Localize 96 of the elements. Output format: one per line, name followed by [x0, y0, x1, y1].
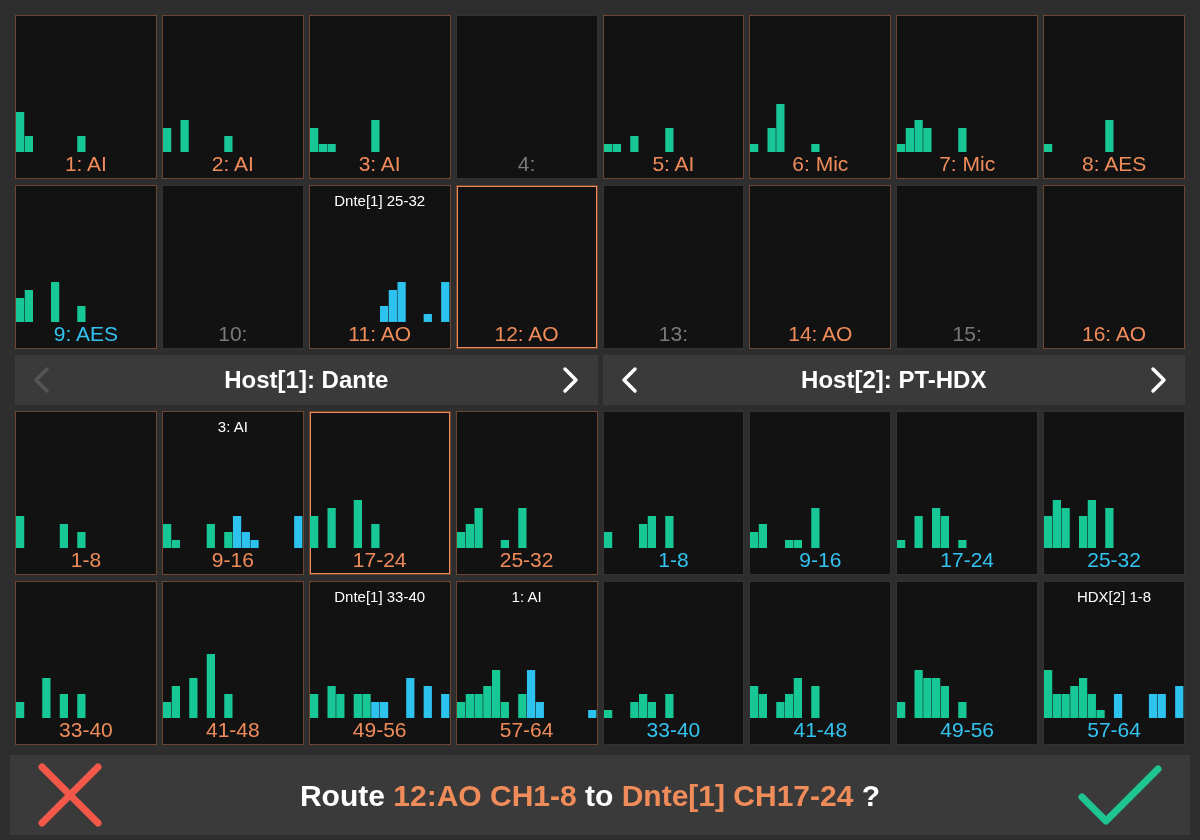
- tile-label: 12: AO: [494, 322, 559, 346]
- tile-label: 17-24: [352, 548, 407, 572]
- level-meter-drawing: [1044, 500, 1115, 548]
- host-title: Host[1]: Dante: [224, 365, 389, 395]
- channel-tile[interactable]: 2: AI: [161, 15, 304, 179]
- tile-header: 1: AI: [511, 586, 542, 607]
- level-meter-drawing: [603, 128, 674, 152]
- channel-tile[interactable]: 41-48: [161, 581, 304, 745]
- tile-label: 7: Mic: [939, 152, 996, 176]
- channel-tile[interactable]: 8: AES: [1043, 15, 1185, 179]
- cancel-button[interactable]: [35, 760, 105, 830]
- tile-label: 25-32: [1087, 548, 1141, 572]
- level-meter-drawing: [162, 120, 233, 152]
- level-meter-drawing: [750, 104, 821, 152]
- level-meter-drawing: [16, 678, 86, 718]
- channel-tile[interactable]: 41-48: [749, 581, 892, 745]
- tile-label: 41-48: [205, 718, 260, 742]
- tile-label: 9-16: [211, 548, 254, 572]
- close-icon: [38, 763, 102, 827]
- tile-label: 14: AO: [788, 322, 853, 346]
- tile-label: 2: AI: [211, 152, 254, 176]
- level-meter-drawing: [1044, 120, 1115, 152]
- channel-tile[interactable]: 9-16: [749, 411, 892, 575]
- tile-label: 16: AO: [1081, 322, 1147, 346]
- level-meter-drawing: [603, 694, 674, 718]
- tile-label: 1-8: [658, 548, 689, 572]
- channel-tile[interactable]: 1: AI: [15, 15, 157, 179]
- level-meter-drawing: [16, 516, 86, 548]
- tile-label: 10:: [218, 322, 248, 346]
- tile-label: 25-32: [499, 548, 554, 572]
- tile-label: 6: Mic: [792, 152, 849, 176]
- tile-header: HDX[2] 1-8: [1076, 586, 1152, 607]
- tile-label: 41-48: [793, 718, 848, 742]
- channel-tile[interactable]: 15:: [896, 185, 1039, 349]
- channel-tile[interactable]: 1: AI 57-64: [455, 581, 598, 745]
- channel-tile[interactable]: 6: Mic: [749, 15, 892, 179]
- channel-tile[interactable]: 5: AI: [602, 15, 745, 179]
- tile-label: 57-64: [1087, 718, 1141, 742]
- channel-tile[interactable]: 3: AI 9-16: [161, 411, 304, 575]
- tile-label: 13:: [658, 322, 689, 346]
- level-meter-drawing: [750, 508, 821, 548]
- channel-tile[interactable]: 33-40: [15, 581, 157, 745]
- channel-tile[interactable]: 3: AI: [308, 15, 451, 179]
- tile-label: 17-24: [940, 548, 995, 572]
- level-meter-drawing: [897, 670, 968, 718]
- channel-tile[interactable]: 17-24: [896, 411, 1039, 575]
- level-meter-drawing: [309, 120, 380, 152]
- tile-label: 49-56: [352, 718, 407, 742]
- tile-label: 11: AO: [348, 322, 411, 346]
- checkmark-icon: [1078, 763, 1162, 827]
- tile-header: Dnte[1] 33-40: [334, 586, 426, 607]
- channel-tile[interactable]: HDX[2] 1-8 57-64: [1043, 581, 1185, 745]
- level-meter-drawing: [379, 282, 450, 322]
- channel-tile[interactable]: 7: Mic: [896, 15, 1039, 179]
- tile-label: 9-16: [799, 548, 842, 572]
- channel-tile[interactable]: 4:: [455, 15, 598, 179]
- channel-tile[interactable]: 10:: [161, 185, 304, 349]
- tile-label: 33-40: [646, 718, 701, 742]
- route-prompt: Route 12:AO CH1-8 to Dnte[1] CH17-24 ?: [299, 777, 881, 814]
- level-meter-drawing: [162, 654, 233, 718]
- channel-tile[interactable]: 1-8: [15, 411, 157, 575]
- level-meter-drawing: [16, 282, 86, 322]
- tile-label: 3: AI: [358, 152, 401, 176]
- level-meter-drawing: [456, 508, 527, 548]
- level-meter-drawing: [897, 508, 968, 548]
- channel-tile[interactable]: 16: AO: [1043, 185, 1185, 349]
- level-meter-drawing: [897, 120, 968, 152]
- host-title: Host[2]: PT-HDX: [801, 365, 987, 395]
- tile-label: 57-64: [499, 718, 554, 742]
- tile-header: 3: AI: [217, 416, 248, 437]
- tile-header: Dnte[1] 25-32: [334, 190, 426, 211]
- level-meter-drawing: [603, 516, 674, 548]
- tile-label: 4:: [517, 152, 536, 176]
- channel-tile[interactable]: 1-8: [602, 411, 745, 575]
- tile-label: 5: AI: [652, 152, 695, 176]
- channel-tile[interactable]: Dnte[1] 33-40 49-56: [308, 581, 451, 745]
- channel-tile[interactable]: 33-40: [602, 581, 745, 745]
- tile-label: 1-8: [70, 548, 102, 572]
- tile-label: 15:: [952, 322, 982, 346]
- channel-tile[interactable]: 9: AES: [15, 185, 157, 349]
- channel-tile[interactable]: 14: AO: [749, 185, 892, 349]
- level-meter-drawing: [16, 112, 86, 152]
- channel-tile[interactable]: 49-56: [896, 581, 1039, 745]
- tile-label: 1: AI: [64, 152, 107, 176]
- level-meter-drawing: [309, 500, 380, 548]
- channel-tile[interactable]: 25-32: [455, 411, 598, 575]
- tile-label: 8: AES: [1081, 152, 1147, 176]
- channel-tile[interactable]: Dnte[1] 25-32 11: AO: [308, 185, 451, 349]
- tile-label: 33-40: [59, 718, 113, 742]
- tile-label: 9: AES: [53, 322, 119, 346]
- channel-tile[interactable]: 13:: [602, 185, 745, 349]
- channel-tile[interactable]: 12: AO: [455, 185, 598, 349]
- channel-tile[interactable]: 17-24: [308, 411, 451, 575]
- channel-tile[interactable]: 25-32: [1043, 411, 1185, 575]
- tile-label: 49-56: [940, 718, 995, 742]
- level-meter-drawing: [750, 678, 821, 718]
